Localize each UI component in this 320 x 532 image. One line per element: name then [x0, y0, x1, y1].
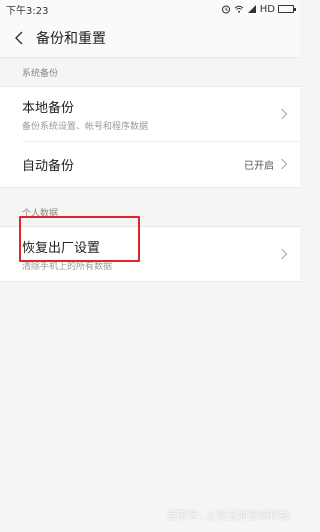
chevron-right-icon [281, 108, 288, 120]
battery-icon [278, 5, 296, 13]
factory-reset-subtitle: 清除手机上的所有数据 [22, 261, 113, 272]
alarm-icon [221, 5, 230, 14]
local-backup-title: 本地备份 [22, 100, 75, 116]
auto-backup-item[interactable]: 自动备份 已开启 [0, 141, 300, 187]
network-type: HD [259, 3, 275, 15]
chevron-left-icon [15, 31, 23, 44]
wifi-icon [234, 5, 244, 13]
page-title: 备份和重置 [36, 30, 106, 47]
factory-reset-title: 恢复出厂设置 [22, 240, 101, 256]
watermark: 百家号: 上饶玉翡空间科技 [166, 511, 290, 522]
chevron-right-icon [281, 158, 288, 170]
status-time: 下午3:23 [6, 5, 49, 17]
auto-backup-status: 已开启 [244, 160, 274, 172]
section-label-system: 系统备份 [22, 68, 59, 79]
status-icons: HD [221, 3, 296, 15]
status-bar: 下午3:23 HD [0, 0, 300, 18]
signal-icon [247, 5, 256, 13]
app-header: 备份和重置 [0, 18, 300, 58]
auto-backup-title: 自动备份 [22, 158, 75, 174]
local-backup-item[interactable]: 本地备份 备份系统设置、帐号和程序数据 [0, 87, 300, 141]
factory-reset-item[interactable]: 恢复出厂设置 清除手机上的所有数据 [0, 227, 300, 281]
chevron-right-icon [281, 248, 288, 260]
local-backup-subtitle: 备份系统设置、帐号和程序数据 [22, 121, 149, 132]
personal-data-card: 恢复出厂设置 清除手机上的所有数据 [0, 226, 300, 282]
back-button[interactable] [8, 27, 30, 49]
system-backup-card: 本地备份 备份系统设置、帐号和程序数据 自动备份 已开启 [0, 86, 300, 188]
section-label-personal: 个人数据 [22, 208, 59, 219]
